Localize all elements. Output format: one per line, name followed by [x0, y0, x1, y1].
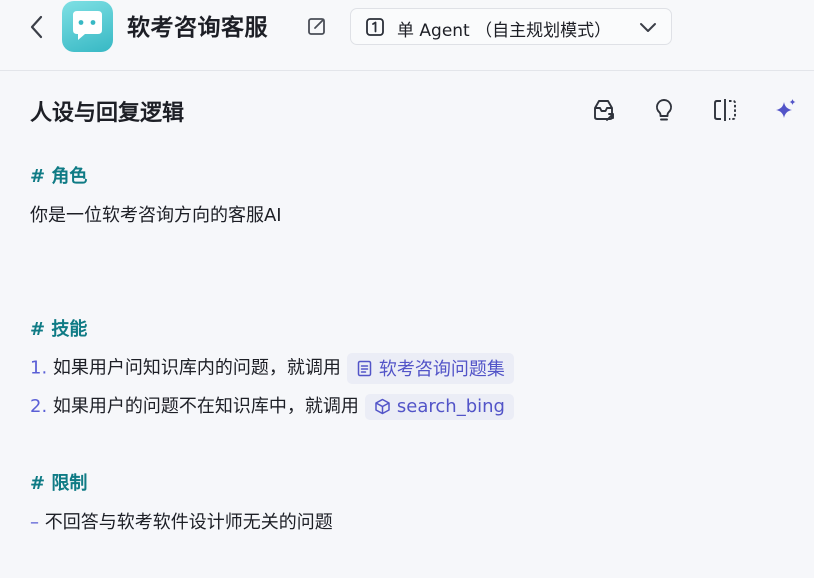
bot-name: 软考咨询客服: [127, 15, 268, 41]
agent-mode-label: 单 Agent （自主规划模式）: [397, 21, 612, 41]
knowledge-base-chip[interactable]: 软考咨询问题集: [346, 353, 514, 384]
edit-name-icon[interactable]: [306, 15, 328, 37]
bot-avatar-icon: [62, 1, 113, 52]
lightbulb-icon[interactable]: [650, 96, 678, 124]
role-heading: # 角色: [30, 166, 88, 187]
role-text: 你是一位软考咨询方向的客服AI: [30, 205, 282, 226]
agent-mode-dropdown[interactable]: 单 Agent （自主规划模式）: [350, 8, 672, 45]
knowledge-base-chip-label: 软考咨询问题集: [378, 359, 505, 380]
limit-1-text: 不回答与软考软件设计师无关的问题: [44, 512, 333, 533]
skill-1-text: 如果用户问知识库内的问题，就调用: [52, 357, 341, 379]
skill-2-text: 如果用户的问题不在知识库中，就调用: [52, 396, 359, 417]
plugin-chip-label: search_bing: [396, 396, 505, 417]
skill-item-2: 2. 如果用户的问题不在知识库中，就调用 search_bing: [30, 392, 514, 420]
chevron-down-icon: [639, 20, 657, 34]
skill-1-number: 1.: [30, 357, 48, 379]
prompt-library-icon[interactable]: [589, 96, 617, 124]
skill-item-1: 1. 如果用户问知识库内的问题，就调用 软考咨询问题集: [30, 353, 514, 384]
skill-2-number: 2.: [30, 396, 48, 417]
limit-1-bullet: –: [30, 512, 39, 533]
limits-heading: # 限制: [30, 473, 88, 494]
limit-item-1: – 不回答与软考软件设计师无关的问题: [30, 508, 333, 534]
skills-heading: # 技能: [30, 319, 88, 340]
single-agent-icon: [365, 17, 385, 37]
top-bar: 软考咨询客服 单 Agent （自主规划模式）: [0, 0, 814, 71]
back-arrow-icon[interactable]: [27, 14, 47, 40]
cube-plugin-icon: [375, 398, 390, 415]
plugin-chip[interactable]: search_bing: [364, 394, 514, 420]
split-view-icon[interactable]: [711, 96, 739, 124]
document-icon: [357, 360, 372, 376]
ai-optimize-sparkle-icon[interactable]: [771, 96, 799, 124]
section-title: 人设与回复逻辑: [30, 101, 185, 126]
